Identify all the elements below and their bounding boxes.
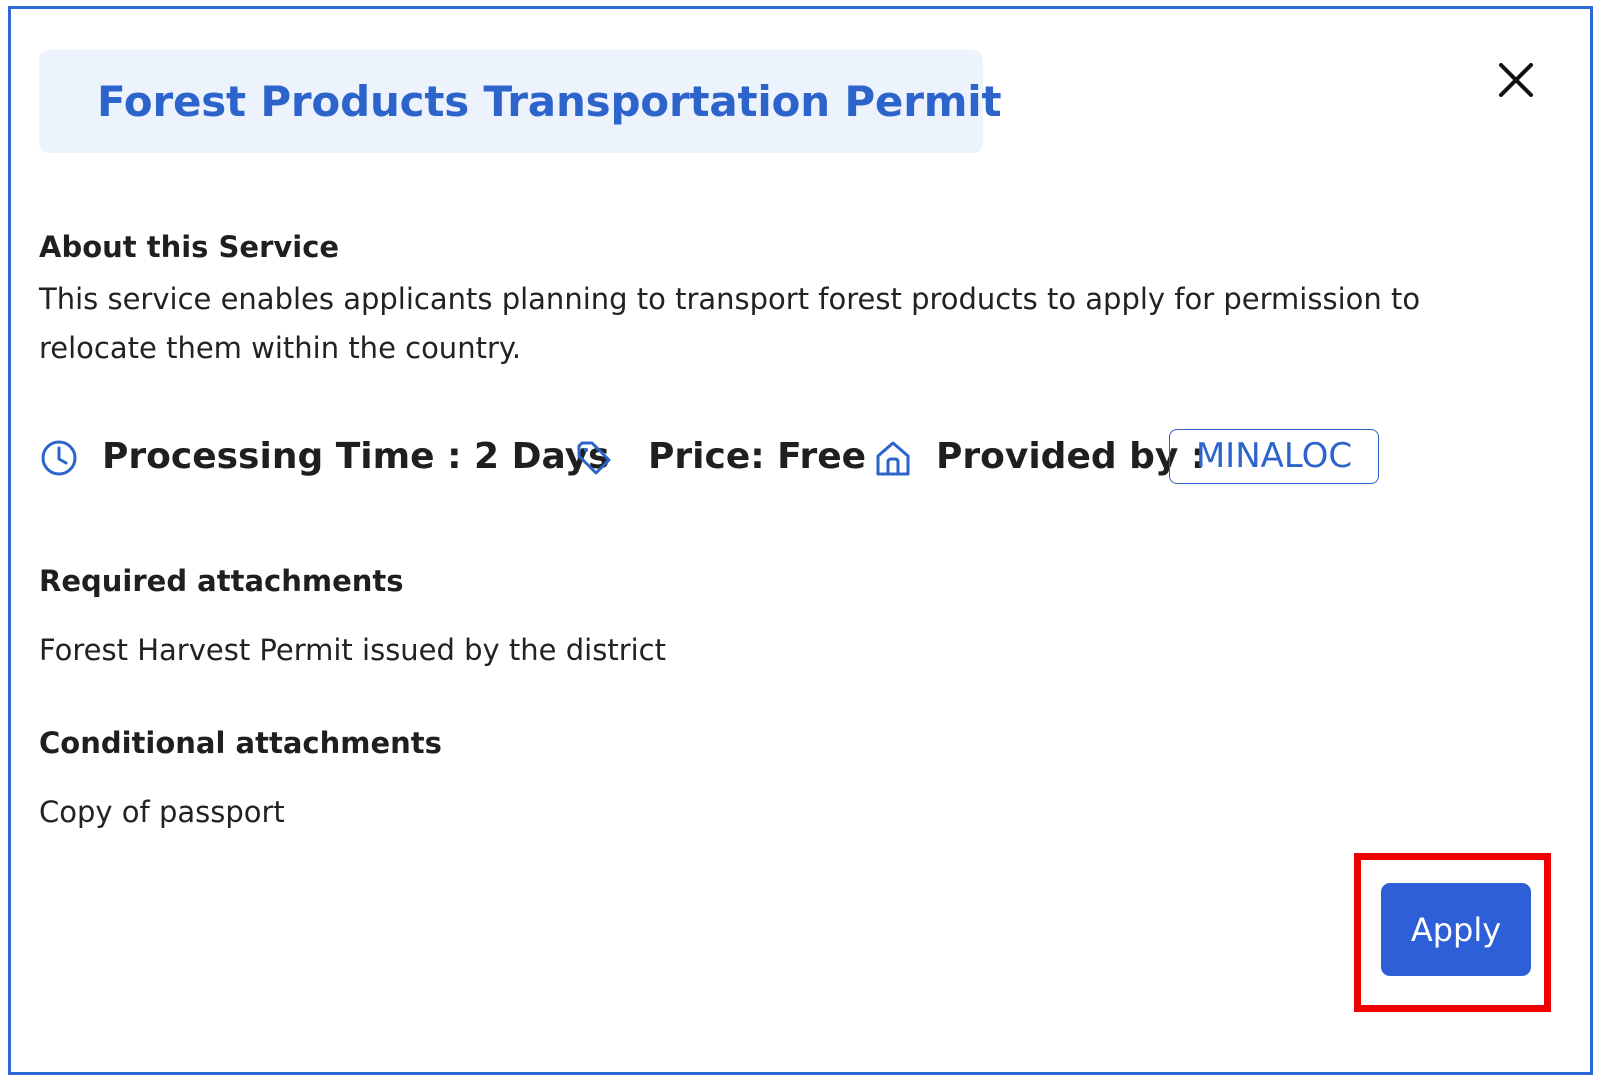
clock-icon: [41, 440, 77, 476]
home-icon: [876, 441, 910, 476]
conditional-attachment-item: Copy of passport: [39, 795, 285, 829]
service-modal: Forest Products Transportation Permit Ab…: [8, 6, 1593, 1075]
about-heading: About this Service: [39, 230, 340, 264]
provider-label: Provided by :: [936, 436, 1206, 477]
required-attachment-item: Forest Harvest Permit issued by the dist…: [39, 633, 666, 667]
title-banner: Forest Products Transportation Permit: [39, 50, 1002, 153]
provider-badge[interactable]: MINALOC: [1169, 429, 1379, 484]
required-attachments-heading: Required attachments: [39, 564, 404, 598]
close-icon[interactable]: [1498, 62, 1534, 98]
modal-title: Forest Products Transportation Permit: [97, 77, 1002, 126]
tag-icon: [577, 441, 611, 475]
close-button[interactable]: [1498, 62, 1534, 98]
apply-button[interactable]: Apply: [1381, 883, 1531, 976]
conditional-attachments-heading: Conditional attachments: [39, 726, 442, 760]
price-label: Price: Free: [648, 436, 867, 477]
service-meta-row: Processing Time : 2 Days Price: Free Pro…: [39, 427, 1539, 487]
processing-time-label: Processing Time : 2 Days: [102, 436, 610, 477]
about-description: This service enables applicants planning…: [39, 282, 1421, 365]
